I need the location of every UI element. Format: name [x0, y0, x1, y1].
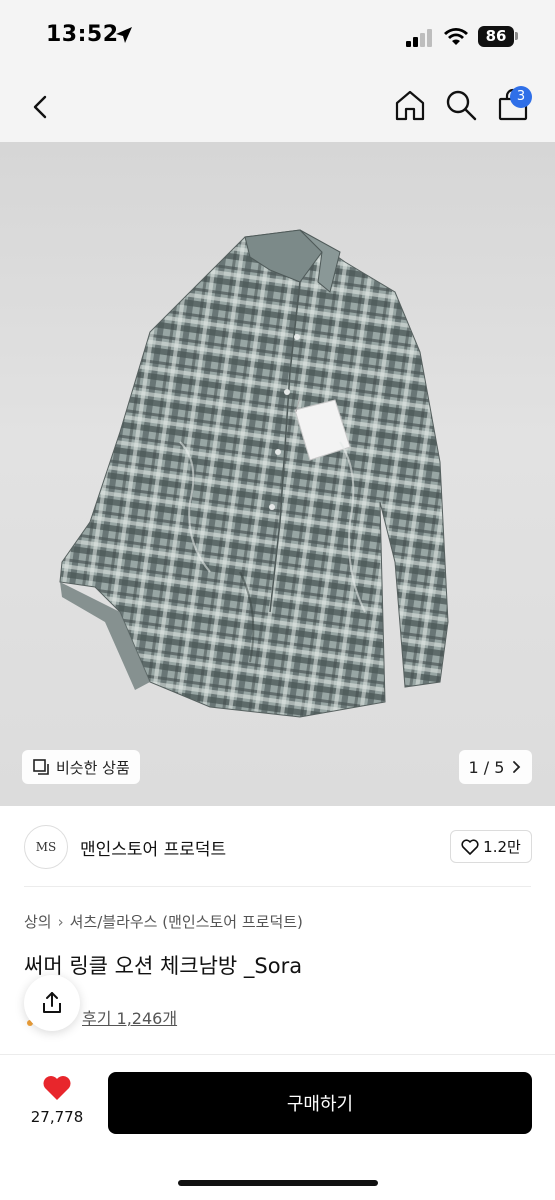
battery-icon: 86	[478, 26, 514, 47]
cart-count-badge: 3	[510, 86, 532, 108]
battery-nub	[515, 32, 518, 40]
breadcrumb: 상의 › 셔츠/블라우스 (맨인스토어 프로덕트)	[24, 911, 303, 932]
brand-like-count: 1.2만	[483, 838, 521, 856]
heart-outline-icon	[461, 838, 479, 855]
breadcrumb-item[interactable]: 상의	[24, 911, 52, 932]
share-button[interactable]	[24, 975, 80, 1031]
status-bar: 13:52 86	[0, 0, 555, 72]
app-header	[0, 72, 555, 142]
heart-filled-icon[interactable]	[42, 1074, 72, 1102]
back-icon[interactable]	[26, 92, 56, 122]
wifi-icon	[444, 28, 468, 45]
similar-icon	[33, 759, 49, 775]
product-title: 써머 링클 오션 체크남방 _Sora	[24, 954, 303, 978]
shirt-illustration	[59, 229, 449, 718]
brand-logo[interactable]: MS	[24, 825, 68, 869]
status-time: 13:52	[46, 22, 119, 47]
home-icon[interactable]	[393, 88, 427, 122]
similar-products-button[interactable]: 비슷한 상품	[22, 750, 140, 784]
brand-like-button[interactable]: 1.2만	[450, 830, 532, 863]
search-icon[interactable]	[444, 88, 478, 122]
chevron-right-icon	[513, 761, 521, 773]
share-icon	[43, 992, 61, 1013]
location-arrow-icon	[116, 27, 132, 43]
home-indicator	[178, 1180, 378, 1186]
image-pager[interactable]: 1 / 5	[459, 750, 532, 784]
signal-icon	[406, 29, 432, 47]
product-image[interactable]	[0, 142, 555, 806]
brand-logo-text: MS	[35, 840, 57, 854]
similar-label: 비슷한 상품	[56, 758, 130, 777]
divider	[24, 886, 531, 887]
review-link[interactable]: 후기 1,246개	[82, 1005, 177, 1029]
brand-name[interactable]: 맨인스토어 프로덕트	[80, 835, 226, 860]
buy-button[interactable]: 구매하기	[108, 1072, 532, 1134]
breadcrumb-item[interactable]: 셔츠/블라우스 (맨인스토어 프로덕트)	[70, 911, 303, 932]
chevron-right-icon: ›	[57, 912, 64, 931]
wish-count: 27,778	[30, 1108, 84, 1126]
pager-text: 1 / 5	[468, 757, 505, 777]
